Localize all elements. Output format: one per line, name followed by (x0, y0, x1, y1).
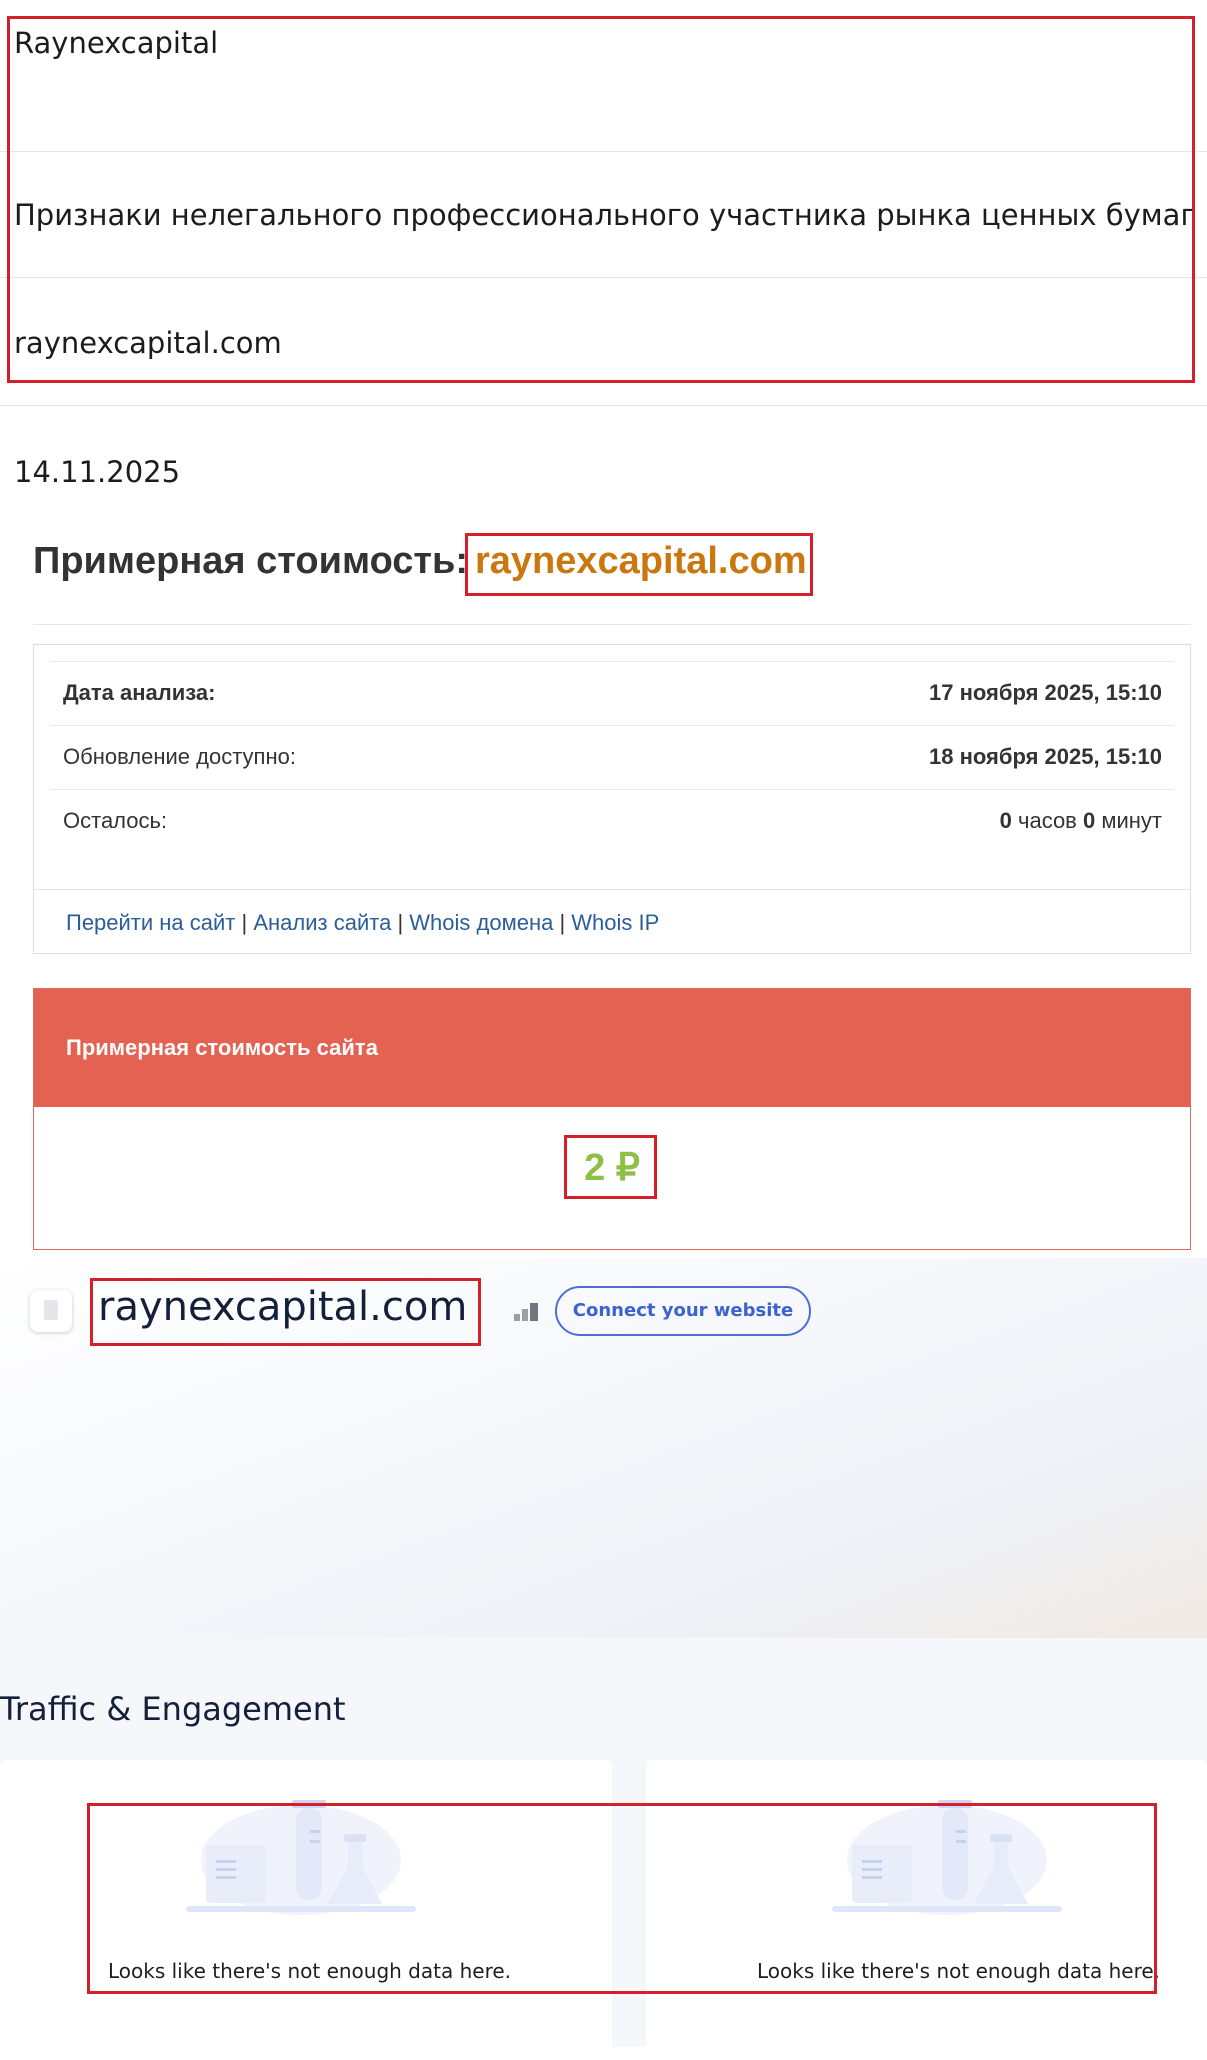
remaining-row: Осталось: 0 часов 0 минут (50, 789, 1174, 854)
link-whois-ip[interactable]: Whois IP (571, 910, 659, 935)
highlight-box (90, 1278, 481, 1346)
site-links: Перейти на сайт | Анализ сайта | Whois д… (34, 889, 1190, 954)
link-site-analysis[interactable]: Анализ сайта (253, 910, 391, 935)
divider (0, 405, 1207, 406)
link-separator: | (553, 910, 572, 935)
remaining-minutes: 0 (1082, 808, 1096, 833)
traffic-title: Traffic & Engagement (0, 1690, 346, 1728)
update-row: Обновление доступно: 18 ноября 2025, 15:… (50, 725, 1174, 790)
price-title-label: Примерная стоимость: (33, 540, 469, 582)
site-cost-box: Примерная стоимость сайта 2 ₽ (33, 988, 1191, 1250)
minutes-unit: минут (1095, 808, 1162, 833)
site-cost-title: Примерная стоимость сайта (66, 1035, 378, 1060)
remaining-value: 0 часов 0 минут (1000, 808, 1162, 834)
link-visit-site[interactable]: Перейти на сайт (66, 910, 235, 935)
analysis-panel: Дата анализа: 17 ноября 2025, 15:10 Обно… (33, 644, 1191, 954)
site-cost-header: Примерная стоимость сайта (34, 989, 1190, 1107)
post-date: 14.11.2025 (14, 455, 181, 489)
remaining-label: Осталось: (63, 808, 168, 833)
analysis-date-value: 17 ноября 2025, 15:10 (929, 680, 1162, 705)
link-separator: | (235, 910, 254, 935)
hours-unit: часов (1011, 808, 1083, 833)
link-whois-domain[interactable]: Whois домена (409, 910, 553, 935)
connect-website-button[interactable]: Connect your website (555, 1286, 811, 1336)
analysis-date-row: Дата анализа: 17 ноября 2025, 15:10 (50, 661, 1174, 726)
highlight-box (465, 533, 813, 596)
rank-bars-icon (514, 1303, 538, 1321)
divider (33, 624, 1191, 625)
analysis-date-label: Дата анализа: (63, 680, 216, 705)
link-separator: | (391, 910, 410, 935)
file-icon (30, 1290, 72, 1332)
highlight-box (7, 16, 1195, 383)
highlight-box (564, 1135, 657, 1199)
update-value: 18 ноября 2025, 15:10 (929, 744, 1162, 769)
highlight-box (87, 1803, 1157, 1994)
remaining-hours: 0 (999, 808, 1012, 833)
update-label: Обновление доступно: (63, 744, 296, 769)
